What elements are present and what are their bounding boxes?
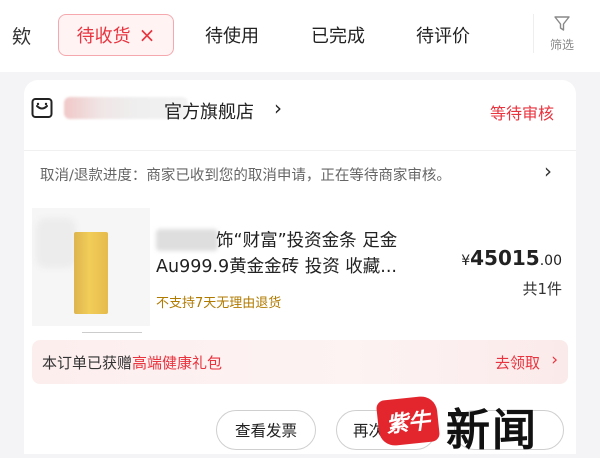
view-invoice-button[interactable]: 查看发票: [216, 410, 316, 450]
news-watermark: 紫牛 新闻: [375, 394, 600, 456]
watermark-logo: 紫牛: [375, 394, 441, 448]
gift-highlight: 高端健康礼包: [132, 354, 223, 372]
price-integer: 45015: [470, 246, 540, 270]
product-title[interactable]: 饰“财富”投资金条 足金 Au999.9黄金金砖 投资 收藏...: [156, 228, 452, 280]
gift-banner[interactable]: 本订单已获赠高端健康礼包 去领取 ›: [32, 340, 568, 384]
shop-icon: [31, 98, 53, 118]
tab-completed[interactable]: 已完成: [311, 22, 365, 48]
order-status: 等待审核: [489, 104, 554, 123]
gold-bar-image: [74, 232, 108, 314]
tab-partial[interactable]: 欸: [12, 22, 31, 49]
chevron-right-icon: ›: [274, 96, 282, 120]
tab-to-use[interactable]: 待使用: [205, 22, 259, 48]
gift-prefix: 本订单已获赠: [42, 354, 133, 372]
product-title-line1: 饰“财富”投资金条 足金: [216, 231, 398, 251]
price-decimal: .00: [539, 253, 562, 269]
filter-button[interactable]: 筛选: [533, 14, 590, 53]
product-price: ¥45015.00: [461, 246, 562, 270]
refund-progress-row[interactable]: 取消/退款进度：商家已收到您的取消申请，正在等待商家审核。 ›: [24, 150, 576, 191]
product-image-shadow: [36, 218, 76, 268]
product-title-line2: Au999.9黄金金砖 投资 收藏...: [156, 257, 397, 277]
tab-to-receive-label: 待收货: [76, 26, 131, 47]
claim-gift-link[interactable]: 去领取: [495, 352, 540, 373]
no-return-notice: 不支持7天无理由退货: [156, 296, 282, 311]
shop-name[interactable]: 官方旗舰店: [164, 98, 254, 124]
watermark-logo-text: 紫牛: [385, 408, 432, 439]
tab-to-review[interactable]: 待评价: [416, 22, 470, 48]
tab-to-receive[interactable]: 待收货 ×: [58, 14, 174, 56]
filter-label: 筛选: [549, 38, 574, 52]
item-quantity: 共1件: [522, 280, 562, 298]
product-image[interactable]: [32, 208, 150, 333]
watermark-text: 新闻: [446, 405, 538, 456]
gift-text: 本订单已获赠高端健康礼包: [42, 352, 222, 373]
shop-row[interactable]: 官方旗舰店 › 等待审核: [30, 94, 570, 124]
product-image-line: [82, 332, 142, 333]
chevron-right-icon: ›: [551, 350, 558, 370]
price-currency: ¥: [461, 253, 471, 269]
chevron-right-icon: ›: [544, 159, 552, 183]
filter-icon: [554, 16, 570, 31]
refund-progress-text: 取消/退款进度：商家已收到您的取消申请，正在等待商家审核。: [40, 168, 451, 184]
order-tab-bar: 欸 待收货 × 待使用 已完成 待评价 筛选: [0, 0, 600, 72]
close-icon[interactable]: ×: [139, 25, 156, 45]
